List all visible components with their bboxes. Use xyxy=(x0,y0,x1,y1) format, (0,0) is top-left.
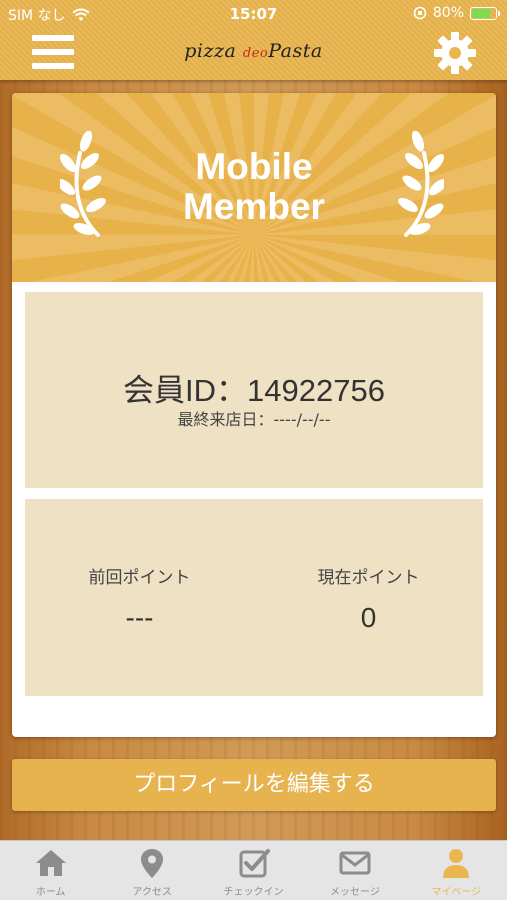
member-card: Mobile Member 会員ID：14922756 最終来店日：----/-… xyxy=(12,93,496,737)
tab-home[interactable]: ホーム xyxy=(0,841,101,900)
battery-icon xyxy=(470,6,500,20)
battery-percent: 80% xyxy=(432,5,464,21)
tab-access-label: アクセス xyxy=(132,887,172,898)
settings-gear-icon[interactable] xyxy=(432,30,478,76)
logo-part-pasta: Pasta xyxy=(268,40,323,62)
tab-home-label: ホーム xyxy=(35,887,66,898)
member-id-panel: 会員ID：14922756 最終来店日：----/--/-- xyxy=(25,292,483,488)
menu-bar xyxy=(32,63,74,69)
previous-points-value: --- xyxy=(125,602,154,633)
status-bar: SIM なし 15:07 80% xyxy=(0,0,507,28)
tab-checkin-label: チェックイン xyxy=(223,887,284,898)
person-icon xyxy=(443,849,470,878)
points-panel: 前回ポイント --- 現在ポイント 0 xyxy=(25,499,483,696)
logo-part-pizza: pizza xyxy=(184,40,237,62)
tab-mypage-label: マイページ xyxy=(431,887,482,898)
laurel-right-icon xyxy=(398,131,444,237)
current-points: 現在ポイント 0 xyxy=(254,563,483,634)
member-banner: Mobile Member xyxy=(12,93,496,282)
current-points-value: 0 xyxy=(360,602,377,633)
current-points-label: 現在ポイント xyxy=(317,568,420,588)
member-id: 会員ID：14922756 xyxy=(123,373,385,408)
top-bar: SIM なし 15:07 80% pizza deoPasta xyxy=(0,0,507,80)
checkbox-icon xyxy=(239,849,270,878)
previous-points-label: 前回ポイント xyxy=(88,568,191,588)
battery-level xyxy=(472,8,491,18)
orientation-lock-icon xyxy=(413,6,427,20)
edit-profile-button[interactable]: プロフィールを編集する xyxy=(12,759,496,811)
tab-checkin[interactable]: チェックイン xyxy=(203,841,304,900)
brand-logo: pizza deoPasta xyxy=(0,40,507,62)
last-visit-date: 最終来店日：----/--/-- xyxy=(177,410,331,429)
previous-points: 前回ポイント --- xyxy=(25,563,254,634)
location-pin-icon xyxy=(141,849,164,878)
tab-message[interactable]: メッセージ xyxy=(304,841,405,900)
logo-part-deo: deo xyxy=(242,46,269,61)
envelope-icon xyxy=(339,851,371,875)
tab-message-label: メッセージ xyxy=(330,887,380,898)
tab-mypage[interactable]: マイページ xyxy=(406,841,507,900)
battery-info: 80% xyxy=(413,5,500,21)
tab-access[interactable]: アクセス xyxy=(101,841,202,900)
home-icon xyxy=(35,850,66,876)
tab-bar: ホーム アクセス チェックイン メッセージ マイページ xyxy=(0,840,507,900)
